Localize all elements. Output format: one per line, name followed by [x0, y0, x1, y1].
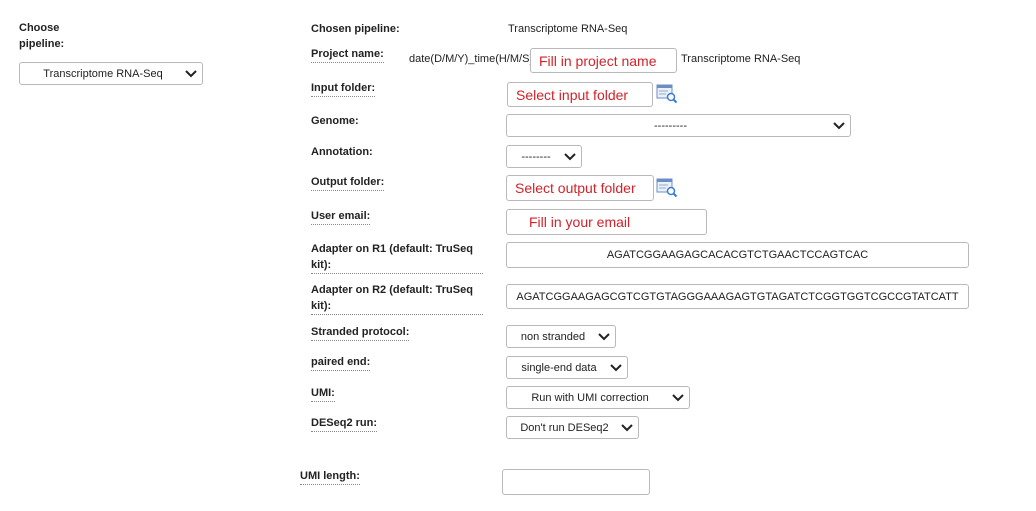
deseq2-run-label: DESeq2 run:: [311, 415, 378, 432]
pipeline-select[interactable]: Transcriptome RNA-Seq: [19, 62, 203, 85]
adapter-r2-input[interactable]: AGATCGGAAGAGCGTCGTGTAGGGAAAGAGTGTAGATCTC…: [506, 284, 969, 309]
adapter-r2-label-line2: kit):: [311, 300, 332, 312]
adapter-r1-label: Adapter on R1 (default: TruSeq kit):: [311, 241, 483, 274]
browse-folder-icon[interactable]: [656, 178, 678, 201]
adapter-r2-label-line1: Adapter on R2 (default: TruSeq: [311, 284, 473, 296]
umi-label: UMI:: [311, 385, 335, 402]
umi-select-value: Run with UMI correction: [531, 391, 649, 404]
umi-select[interactable]: Run with UMI correction: [506, 386, 690, 409]
stranded-protocol-value: non stranded: [520, 330, 586, 343]
chevron-down-icon: [593, 332, 615, 341]
chosen-pipeline-value: Transcriptome RNA-Seq: [508, 23, 628, 35]
output-folder-field[interactable]: Select output folder: [506, 175, 654, 201]
deseq2-run-value: Don't run DESeq2: [520, 421, 609, 434]
adapter-r1-input[interactable]: AGATCGGAAGAGCACACGTCTGAACTCCAGTCAC: [506, 242, 969, 268]
chevron-down-icon: [828, 121, 850, 130]
annotation-select[interactable]: --------: [506, 145, 582, 168]
pipeline-select-value: Transcriptome RNA-Seq: [43, 67, 163, 80]
genome-select[interactable]: ---------: [506, 114, 851, 137]
paired-end-value: single-end data: [521, 361, 597, 374]
genome-label: Genome:: [311, 115, 359, 127]
chevron-down-icon: [667, 393, 689, 402]
paired-end-select[interactable]: single-end data: [506, 356, 628, 379]
adapter-r1-label-line2: kit):: [311, 259, 332, 271]
paired-end-label: paired end:: [311, 354, 371, 371]
chosen-pipeline-label: Chosen pipeline:: [311, 23, 400, 35]
annotation-select-value: --------: [521, 150, 551, 163]
project-name-label: Project name:: [311, 46, 384, 63]
output-folder-label: Output folder:: [311, 174, 385, 191]
browse-folder-icon[interactable]: [656, 84, 678, 107]
chevron-down-icon: [605, 363, 627, 372]
genome-select-value: ---------: [654, 119, 687, 132]
input-folder-label: Input folder:: [311, 80, 376, 97]
adapter-r2-label: Adapter on R2 (default: TruSeq kit):: [311, 282, 483, 315]
annotation-label: Annotation:: [311, 146, 373, 158]
deseq2-run-select[interactable]: Don't run DESeq2: [506, 416, 639, 439]
project-name-prefix: date(D/M/Y)_time(H/M/S): [409, 53, 534, 65]
umi-length-label: UMI length:: [300, 468, 360, 485]
stranded-protocol-select[interactable]: non stranded: [506, 325, 616, 348]
stranded-protocol-label: Stranded protocol:: [311, 324, 410, 341]
project-name-suffix: Transcriptome RNA-Seq: [681, 53, 801, 65]
umi-length-input[interactable]: [502, 469, 650, 495]
user-email-label: User email:: [311, 208, 371, 225]
user-email-input[interactable]: Fill in your email: [506, 209, 707, 235]
input-folder-field[interactable]: Select input folder: [507, 82, 653, 107]
chevron-down-icon: [559, 152, 581, 161]
adapter-r1-label-line1: Adapter on R1 (default: TruSeq: [311, 243, 473, 255]
project-name-input[interactable]: Fill in project name: [530, 48, 677, 73]
chevron-down-icon: [616, 423, 638, 432]
chevron-down-icon: [180, 69, 202, 78]
choose-pipeline-label: Choose pipeline:: [19, 22, 65, 50]
